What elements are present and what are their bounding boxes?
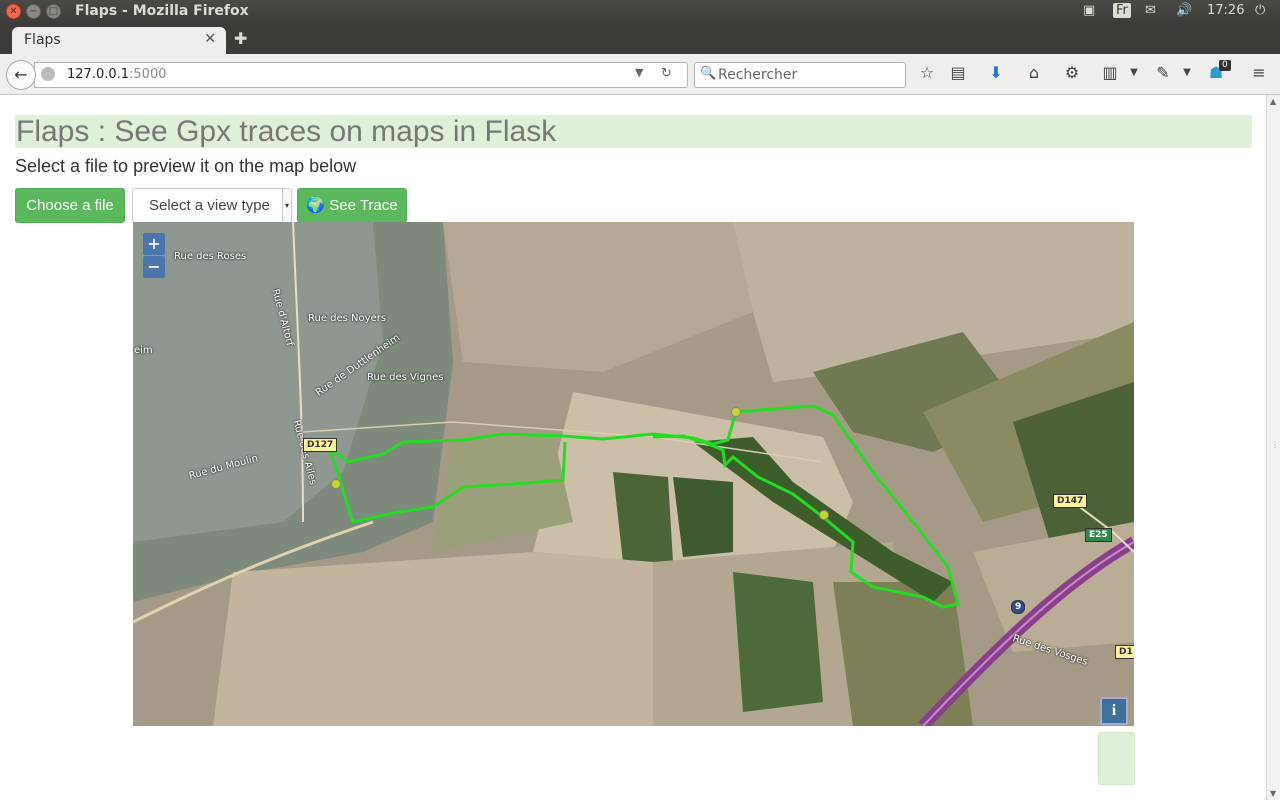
trace-start-marker[interactable] xyxy=(331,479,341,489)
view-type-value: Select a view type xyxy=(149,197,270,214)
menu-hamburger-icon[interactable]: ≡ xyxy=(1248,63,1270,82)
window-titlebar: ✕ − □ Flaps - Mozilla Firefox ▣ Fr ✉ 🔊 1… xyxy=(0,0,1280,24)
new-tab-icon[interactable]: ✚ xyxy=(234,29,247,48)
scroll-grip-icon[interactable]: ⋮ xyxy=(1271,440,1279,449)
url-text: 127.0.0.1:5000 xyxy=(67,67,167,82)
url-host: 127.0.0.1 xyxy=(67,67,130,82)
downloads-icon[interactable]: ⬇ xyxy=(985,63,1007,82)
developer-dropdown-icon[interactable]: ▼ xyxy=(1176,67,1198,78)
zoom-out-button[interactable]: − xyxy=(143,256,165,278)
window-title: Flaps - Mozilla Firefox xyxy=(75,3,249,19)
map-view[interactable]: Rue des Roses Rue des Noyers Rue d'Altor… xyxy=(133,222,1134,726)
page-header: Flaps : See Gpx traces on maps in Flask xyxy=(15,115,1252,148)
url-history-dropdown-icon[interactable]: ▼ xyxy=(635,66,643,79)
tab-flaps[interactable]: Flaps ✕ xyxy=(12,27,226,54)
mail-icon[interactable]: ✉ xyxy=(1145,3,1156,18)
search-bar[interactable]: 🔍 Rechercher xyxy=(694,62,906,88)
see-trace-button[interactable]: 🌍 See Trace xyxy=(297,188,407,223)
trace-waypoint-marker[interactable] xyxy=(731,407,741,417)
clipboard-dropdown-icon[interactable]: ▼ xyxy=(1123,67,1145,78)
search-icon: 🔍 xyxy=(700,66,717,81)
globe-icon: 🌍 xyxy=(306,197,326,214)
status-box xyxy=(1098,732,1135,785)
volume-icon[interactable]: 🔊 xyxy=(1176,3,1192,18)
road-shield: E25 xyxy=(1085,528,1112,542)
window-close-button[interactable]: ✕ xyxy=(6,4,21,19)
road-shield: 9 xyxy=(1011,600,1026,614)
tab-close-icon[interactable]: ✕ xyxy=(204,31,216,47)
developer-tools-icon[interactable]: ✎ xyxy=(1152,63,1174,82)
back-button[interactable]: ← xyxy=(6,60,36,90)
url-port: :5000 xyxy=(129,67,167,82)
satellite-imagery xyxy=(133,222,1134,726)
keyboard-layout-indicator[interactable]: Fr xyxy=(1113,3,1131,18)
trace-end-marker[interactable] xyxy=(819,510,829,520)
notification-badge: 0 xyxy=(1219,60,1231,71)
search-placeholder: Rechercher xyxy=(718,67,798,83)
map-info-button[interactable]: i xyxy=(1100,697,1128,725)
url-bar[interactable]: 127.0.0.1:5000 ▼ ↻ xyxy=(34,62,688,88)
window-maximize-button[interactable]: □ xyxy=(46,4,61,19)
road-shield: D127 xyxy=(303,438,338,452)
home-icon[interactable]: ⌂ xyxy=(1023,63,1045,82)
tab-title: Flaps xyxy=(24,32,61,48)
scroll-down-icon[interactable]: ▼ xyxy=(1270,789,1276,798)
street-label: Rue des Noyers xyxy=(308,313,387,324)
page-content: Flaps : See Gpx traces on maps in Flask … xyxy=(0,95,1266,800)
navigation-toolbar: 127.0.0.1:5000 ▼ ↻ ← 🔍 Rechercher ☆ ▤ ⬇ … xyxy=(0,54,1280,95)
page-scrollbar[interactable]: ▲ ⋮ ▼ xyxy=(1266,95,1280,800)
view-type-select[interactable]: Select a view type ▾ xyxy=(132,188,292,223)
see-trace-label: See Trace xyxy=(329,197,398,214)
extension-icon[interactable]: ⚙ xyxy=(1061,63,1083,82)
page-title: Flaps : See Gpx traces on maps in Flask xyxy=(16,115,557,148)
reload-icon[interactable]: ↻ xyxy=(661,66,672,81)
tab-strip: Flaps ✕ ✚ xyxy=(0,24,1280,54)
scroll-up-icon[interactable]: ▲ xyxy=(1270,97,1276,106)
road-shield: D147 xyxy=(1053,494,1088,508)
bookmark-star-icon[interactable]: ☆ xyxy=(916,63,938,82)
reading-list-icon[interactable]: ▤ xyxy=(947,63,969,82)
window-minimize-button[interactable]: − xyxy=(26,4,41,19)
dropbox-icon[interactable]: ▣ xyxy=(1083,3,1095,18)
clipboard-icon[interactable]: ▥ xyxy=(1099,63,1121,82)
clock[interactable]: 17:26 xyxy=(1207,3,1244,18)
zoom-in-button[interactable]: + xyxy=(143,233,165,255)
street-label: eim xyxy=(134,345,153,356)
page-subtitle: Select a file to preview it on the map b… xyxy=(15,156,357,176)
street-label: Rue des Roses xyxy=(174,251,247,262)
site-identity-icon[interactable] xyxy=(41,67,55,81)
road-shield: D1 xyxy=(1115,645,1134,659)
choose-file-button[interactable]: Choose a file xyxy=(15,188,125,223)
power-icon[interactable]: ⏻ xyxy=(1255,3,1265,18)
street-label: Rue des Vignes xyxy=(367,372,444,383)
select-arrow-icon: ▾ xyxy=(282,189,291,222)
